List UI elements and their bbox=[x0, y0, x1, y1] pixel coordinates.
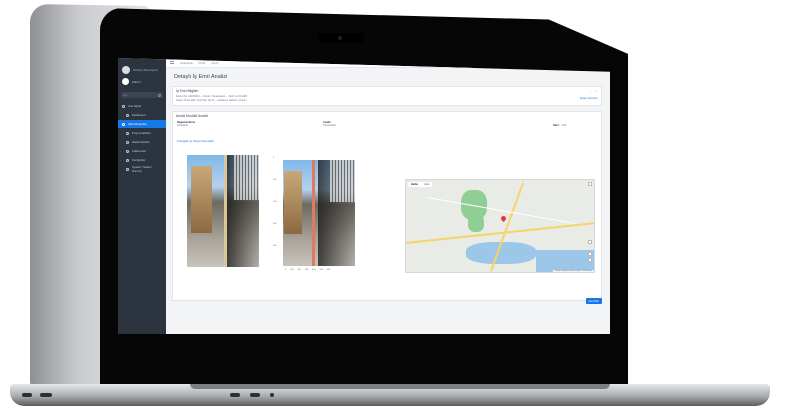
circle-icon bbox=[126, 167, 129, 171]
circle-icon bbox=[126, 131, 129, 135]
axis-tick: 100 bbox=[273, 179, 277, 181]
camera-icon bbox=[338, 36, 342, 40]
circle-icon bbox=[126, 158, 129, 162]
zoom-out-icon[interactable] bbox=[588, 258, 592, 262]
topbar-link-profile[interactable]: Profil bbox=[199, 61, 206, 65]
sidebar-item-home[interactable]: Ana Sayfa bbox=[118, 102, 166, 110]
sidebar-item-configs[interactable]: Konfigürler bbox=[118, 156, 166, 164]
map-type-tabs: Harita Uydu bbox=[408, 182, 433, 187]
card-title: İş Emri Bilgileri bbox=[176, 89, 199, 93]
port-icon bbox=[22, 393, 32, 397]
sidebar-item-dashboard[interactable]: Dashboard bbox=[118, 111, 166, 119]
detail-link[interactable]: Detaylı Görünüm bbox=[580, 97, 598, 100]
analysis-card: Analiz Modülü Analizi Değerlendirme Onay… bbox=[172, 111, 602, 301]
main-content: Detaylı İş Emri Analizi İş Emri Bilgiler… bbox=[166, 68, 610, 334]
circle-icon bbox=[126, 149, 129, 153]
search-placeholder: Ara... bbox=[123, 93, 129, 97]
user-panel[interactable]: Admin bbox=[122, 78, 141, 85]
sidebar-item-label: Harita Modülü bbox=[132, 140, 150, 144]
back-button[interactable]: Geri Dön bbox=[585, 298, 602, 304]
topbar-link-home[interactable]: Anasayfa bbox=[180, 61, 193, 65]
info-line: Adres: Örnek Mah. Yeşil Sok. No:14 — Açı… bbox=[176, 99, 247, 102]
sidebar-item-label: Dashboard bbox=[132, 113, 146, 117]
axis-tick: 400 bbox=[273, 245, 277, 247]
circle-icon bbox=[122, 104, 125, 108]
port-icon bbox=[250, 393, 260, 397]
sidebar-item-label: Konfigürler bbox=[132, 158, 146, 162]
avatar bbox=[122, 78, 129, 85]
headphone-jack-icon bbox=[270, 393, 274, 397]
circle-icon bbox=[122, 122, 125, 126]
topbar-link-logout[interactable]: Çıkış bbox=[211, 61, 218, 65]
map-tab-map[interactable]: Harita bbox=[408, 182, 421, 187]
fullscreen-icon[interactable] bbox=[588, 182, 592, 186]
sidebar: Mobilya Belediyesi Admin Ara... Ana Sayf… bbox=[118, 58, 166, 334]
location-pin-icon[interactable] bbox=[499, 214, 508, 223]
assessment-block: Değerlendirme Onaylandı bbox=[177, 121, 195, 127]
hamburger-menu-icon[interactable] bbox=[170, 61, 174, 64]
card-title: Analiz Modülü Analizi bbox=[176, 114, 209, 118]
location-map[interactable]: Harita Uydu Klavye kısayolları Harita ve… bbox=[405, 179, 595, 273]
sidebar-search-input[interactable]: Ara... bbox=[121, 92, 163, 98]
sidebar-item-users[interactable]: Kullanıcılar bbox=[118, 147, 166, 155]
score-value: 0.89 bbox=[561, 124, 567, 127]
axis-tick: 200 bbox=[273, 201, 277, 203]
score-block: Skor: 0.89 bbox=[553, 124, 566, 127]
circle-icon bbox=[126, 113, 129, 117]
laptop-screen: Mobilya Belediyesi Admin Ara... Ana Sayf… bbox=[118, 58, 610, 334]
sidebar-item-label: Saha Raporları bbox=[128, 122, 147, 126]
sidebar-item-project-analyses[interactable]: Proje Analizleri bbox=[118, 129, 166, 137]
analysis-block: Analiz Tamamlandı bbox=[323, 121, 336, 127]
photo-axis-bottom: 0 100 200 300 400 500 600 bbox=[285, 269, 330, 271]
map-tab-satellite[interactable]: Uydu bbox=[421, 182, 433, 187]
axis-tick: 300 bbox=[273, 223, 277, 225]
score-label: Skor: bbox=[553, 124, 560, 127]
port-icon bbox=[40, 393, 52, 397]
axis-tick: 0 bbox=[273, 157, 275, 159]
assessment-value: Onaylandı bbox=[177, 124, 188, 127]
field-photo-detection[interactable] bbox=[283, 160, 355, 266]
street-view-icon[interactable] bbox=[588, 240, 592, 244]
page-title: Detaylı İş Emri Analizi bbox=[174, 74, 228, 80]
photo-results-link[interactable]: Fotoğraf ve Tespit Sonuçları bbox=[177, 139, 214, 143]
sidebar-item-label: Proje Analizleri bbox=[132, 131, 151, 135]
map-attribution: Klavye kısayolları Harita verileri ©2023… bbox=[553, 270, 594, 272]
zoom-in-icon[interactable] bbox=[588, 252, 592, 256]
axis-tick: 400 bbox=[312, 269, 316, 271]
photo-axis-left: 0 100 200 300 400 bbox=[273, 157, 281, 267]
trackpad-lip bbox=[190, 384, 610, 389]
sidebar-item-field-reports[interactable]: Saha Raporları bbox=[118, 120, 166, 128]
brand-name: Mobilya Belediyesi bbox=[133, 68, 158, 72]
brand[interactable]: Mobilya Belediyesi bbox=[122, 64, 158, 76]
user-name: Admin bbox=[132, 79, 141, 84]
axis-tick: 200 bbox=[297, 269, 301, 271]
sidebar-item-settings[interactable]: Ayarlar / Sistem Durumu bbox=[118, 165, 166, 173]
work-order-info-card: İş Emri Bilgileri − × İş Emri No: 2023/0… bbox=[172, 86, 602, 106]
analysis-value: Tamamlandı bbox=[323, 124, 337, 127]
axis-tick: 0 bbox=[285, 269, 287, 271]
search-icon[interactable] bbox=[158, 93, 161, 97]
sidebar-nav: Ana Sayfa Dashboard Saha Raporları Proje… bbox=[118, 102, 166, 174]
brand-logo-icon bbox=[122, 66, 130, 74]
axis-tick: 600 bbox=[326, 269, 331, 271]
sidebar-item-label: Kullanıcılar bbox=[132, 149, 146, 153]
axis-tick: 100 bbox=[290, 269, 294, 271]
sidebar-item-label: Ayarlar / Sistem Durumu bbox=[131, 165, 152, 173]
field-photo-original[interactable] bbox=[187, 155, 259, 267]
port-icon bbox=[230, 393, 240, 397]
card-tools-icon[interactable]: − × bbox=[591, 89, 598, 93]
axis-tick: 500 bbox=[319, 269, 323, 271]
sidebar-item-label: Ana Sayfa bbox=[128, 104, 141, 108]
sidebar-item-map-module[interactable]: Harita Modülü bbox=[118, 138, 166, 146]
circle-icon bbox=[126, 140, 129, 144]
axis-tick: 300 bbox=[304, 269, 309, 271]
